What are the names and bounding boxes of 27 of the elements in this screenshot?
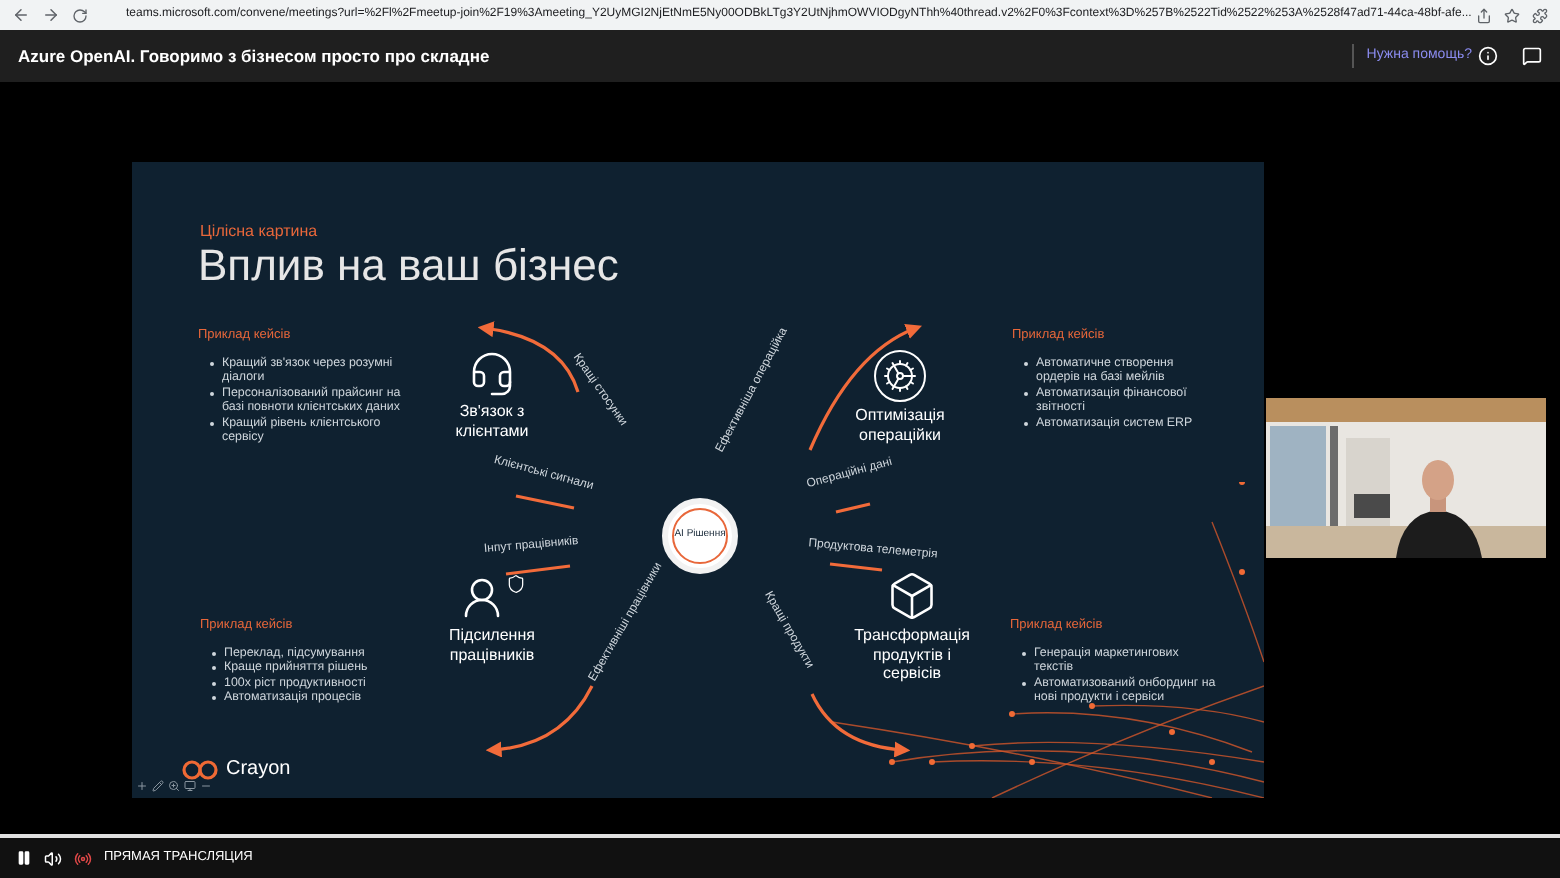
puzzle-box-icon: [886, 570, 938, 622]
slide-title: Вплив на ваш бізнес: [198, 240, 619, 294]
zoom-icon[interactable]: [168, 780, 180, 792]
node-label: Зв'язок з клієнтами: [453, 402, 531, 440]
headset-icon: [468, 350, 516, 398]
node-label: Оптимізація операційки: [853, 406, 947, 444]
pen-icon[interactable]: [152, 780, 164, 792]
volume-icon[interactable]: [44, 849, 62, 867]
meeting-title: Azure OpenAI. Говоримо з бізнесом просто про складне: [18, 43, 492, 69]
slide-eyebrow: Цілісна картина: [200, 220, 318, 244]
pause-icon[interactable]: [16, 850, 32, 866]
extensions-icon[interactable]: [1532, 7, 1548, 23]
node-label: Трансформація продуктів і сервісів: [852, 626, 972, 683]
share-icon[interactable]: [1476, 7, 1492, 23]
star-icon[interactable]: [1504, 7, 1520, 23]
forward-icon[interactable]: [42, 6, 60, 24]
gear-icon: [874, 350, 926, 402]
live-icon: [74, 849, 92, 867]
info-icon[interactable]: [1478, 46, 1498, 66]
chat-icon[interactable]: [1522, 46, 1542, 66]
back-icon[interactable]: [12, 6, 30, 24]
logo-icon: [180, 759, 220, 779]
screen-icon[interactable]: [184, 780, 196, 792]
node-label: Підсилення працівників: [447, 626, 537, 664]
add-icon[interactable]: [136, 780, 148, 792]
logo-text: Crayon: [226, 756, 291, 784]
reload-icon[interactable]: [72, 7, 88, 23]
